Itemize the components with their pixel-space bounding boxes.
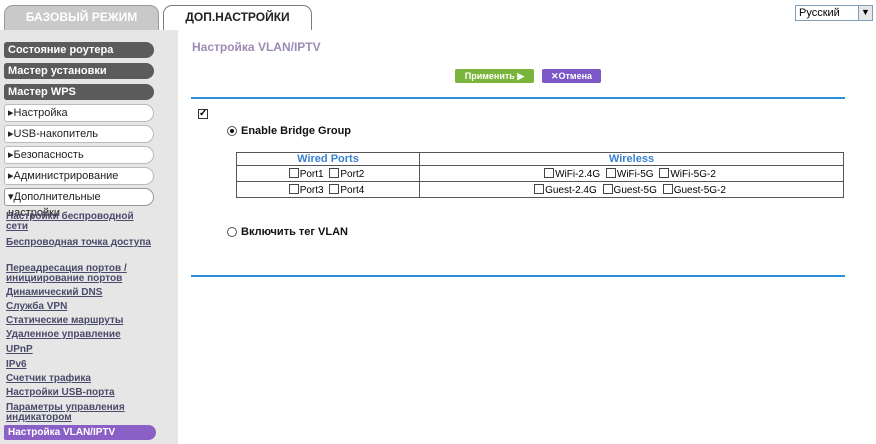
sidebar-link-dynamic-dns[interactable]: Динамический DNS bbox=[6, 288, 152, 298]
sidebar-item-vlan-iptv-active[interactable]: Настройка VLAN/IPTV bbox=[4, 425, 156, 440]
guest5-label: Guest-5G bbox=[613, 184, 657, 196]
wifi5-checkbox[interactable] bbox=[605, 167, 616, 178]
sidebar: Состояние роутера Мастер установки Масте… bbox=[0, 30, 178, 444]
sidebar-link-upnp[interactable]: UPnP bbox=[6, 345, 152, 355]
divider-bottom bbox=[191, 275, 845, 277]
guest5-checkbox[interactable] bbox=[602, 183, 613, 194]
port4-checkbox[interactable] bbox=[329, 183, 340, 194]
bridge-group-label: Enable Bridge Group bbox=[241, 125, 352, 137]
sidebar-link-static-routes[interactable]: Статические маршруты bbox=[6, 316, 152, 326]
port4-label: Port4 bbox=[340, 184, 365, 196]
cancel-button[interactable]: ✕Отмена bbox=[542, 69, 601, 83]
sidebar-link-ipv6[interactable]: IPv6 bbox=[6, 360, 152, 370]
bridge-ports-table: Wired Ports Wireless Port1 Port2 WiFi-2.… bbox=[236, 152, 844, 198]
guest52-checkbox[interactable] bbox=[662, 183, 673, 194]
sidebar-item-setup-wizard[interactable]: Мастер установки bbox=[4, 63, 154, 79]
port1-checkbox[interactable] bbox=[288, 167, 299, 178]
sidebar-link-wireless-settings[interactable]: Настройки беспроводной сети bbox=[6, 212, 152, 232]
enable-vlan-checkbox[interactable]: ✓ bbox=[198, 109, 208, 119]
wired-ports-header: Wired Ports bbox=[236, 152, 420, 166]
main-content: Настройка VLAN/IPTV Применить ▶ ✕Отмена … bbox=[178, 30, 876, 444]
sidebar-link-wireless-ap[interactable]: Беспроводная точка доступа bbox=[6, 238, 152, 248]
wifi5-label: WiFi-5G bbox=[616, 168, 654, 180]
page-title: Настройка VLAN/IPTV bbox=[192, 40, 321, 54]
divider-top bbox=[191, 97, 845, 99]
wired-row-2: Port3 Port4 bbox=[236, 181, 420, 198]
vlan-tag-radio[interactable] bbox=[227, 227, 237, 237]
sidebar-item-setup[interactable]: ▸Настройка bbox=[4, 104, 154, 122]
sidebar-link-usb-port-settings[interactable]: Настройки USB-порта bbox=[6, 388, 152, 398]
wireless-header: Wireless bbox=[419, 152, 844, 166]
port1-label: Port1 bbox=[299, 168, 324, 180]
guest24-checkbox[interactable] bbox=[534, 183, 545, 194]
port2-checkbox[interactable] bbox=[329, 167, 340, 178]
wifi24-checkbox[interactable] bbox=[544, 167, 555, 178]
vlan-tag-label: Включить тег VLAN bbox=[241, 226, 348, 238]
chevron-down-icon[interactable]: ▼ bbox=[858, 5, 873, 21]
wireless-row-2: Guest-2.4G Guest-5G Guest-5G-2 bbox=[419, 181, 844, 198]
wifi24-label: WiFi-2.4G bbox=[555, 168, 601, 180]
sidebar-link-traffic-meter[interactable]: Счетчик трафика bbox=[6, 374, 152, 384]
guest52-label: Guest-5G-2 bbox=[673, 184, 726, 196]
port3-checkbox[interactable] bbox=[288, 183, 299, 194]
wireless-row-1: WiFi-2.4G WiFi-5G WiFi-5G-2 bbox=[419, 165, 844, 182]
tab-advanced-settings[interactable]: ДОП.НАСТРОЙКИ bbox=[163, 5, 312, 30]
port3-label: Port3 bbox=[299, 184, 324, 196]
sidebar-item-administration[interactable]: ▸Администрирование bbox=[4, 167, 154, 185]
sidebar-link-led-control[interactable]: Параметры управления индикатором bbox=[6, 403, 152, 423]
bridge-group-radio[interactable] bbox=[227, 126, 237, 136]
sidebar-link-remote-management[interactable]: Удаленное управление bbox=[6, 330, 152, 340]
language-select[interactable]: Русский bbox=[795, 5, 861, 21]
sidebar-item-security[interactable]: ▸Безопасность bbox=[4, 146, 154, 164]
wifi52-label: WiFi-5G-2 bbox=[670, 168, 716, 180]
top-bar: БАЗОВЫЙ РЕЖИМ ДОП.НАСТРОЙКИ Русский ▼ bbox=[0, 0, 876, 30]
sidebar-item-advanced-setup[interactable]: ▾Дополнительные настройки bbox=[4, 188, 154, 219]
sidebar-item-wps-wizard[interactable]: Мастер WPS bbox=[4, 84, 154, 100]
port2-label: Port2 bbox=[340, 168, 365, 180]
sidebar-item-usb-storage[interactable]: ▸USB-накопитель bbox=[4, 125, 154, 143]
tab-basic-mode[interactable]: БАЗОВЫЙ РЕЖИМ bbox=[4, 5, 159, 30]
guest24-label: Guest-2.4G bbox=[545, 184, 597, 196]
wifi52-checkbox[interactable] bbox=[659, 167, 670, 178]
sidebar-link-port-forwarding[interactable]: Переадресация портов / инициирование пор… bbox=[6, 264, 152, 284]
sidebar-item-router-status[interactable]: Состояние роутера bbox=[4, 42, 154, 58]
apply-button[interactable]: Применить ▶ bbox=[455, 69, 534, 83]
sidebar-link-vpn[interactable]: Служба VPN bbox=[6, 302, 152, 312]
wired-row-1: Port1 Port2 bbox=[236, 165, 420, 182]
